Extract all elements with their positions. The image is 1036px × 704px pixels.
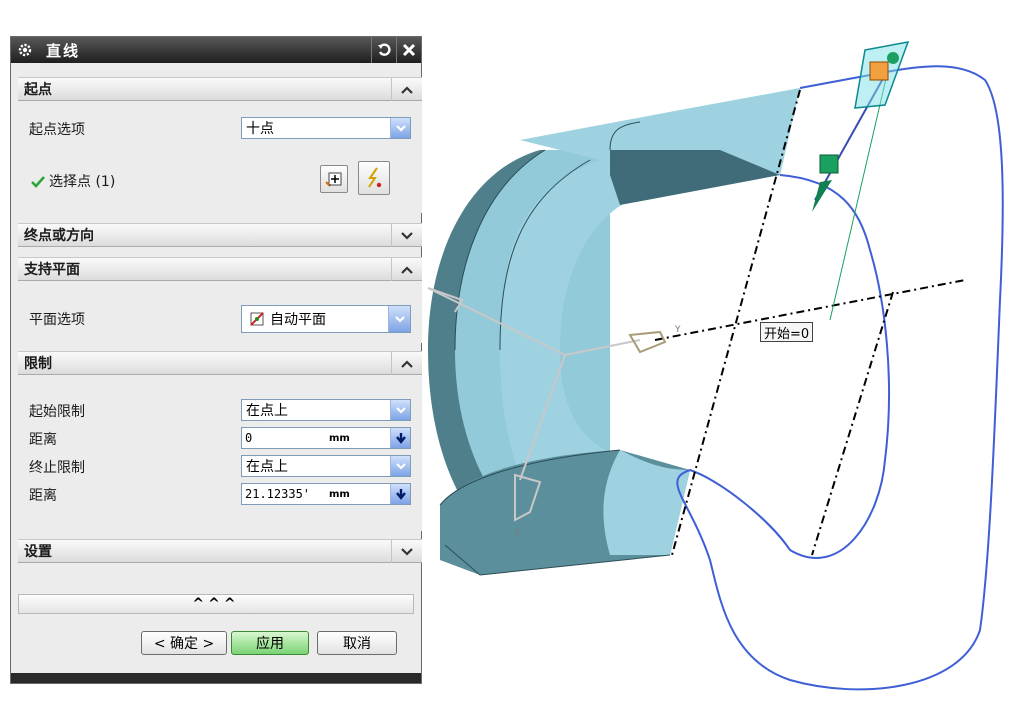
- section-settings-title: 设置: [24, 544, 52, 560]
- select-point-label[interactable]: 选择点 (1): [49, 171, 115, 191]
- chevron-down-icon[interactable]: [390, 456, 410, 476]
- lightning-icon: [368, 167, 382, 188]
- point-handle[interactable]: [854, 41, 910, 109]
- chevron-down-icon[interactable]: [391, 224, 422, 247]
- distance1-field[interactable]: 0 mm: [241, 427, 411, 449]
- chevron-down-icon[interactable]: [388, 306, 410, 332]
- chevron-down-icon[interactable]: [390, 400, 410, 420]
- start-limit-label: 起始限制: [29, 404, 85, 420]
- point-dialog-button[interactable]: [320, 165, 348, 193]
- distance1-label: 距离: [29, 432, 57, 448]
- section-start-title: 起点: [24, 82, 52, 98]
- chevron-up-icon[interactable]: [391, 352, 422, 375]
- section-support-body: 平面选项 自动平面: [18, 281, 422, 343]
- plane-option-value: 自动平面: [270, 312, 326, 328]
- section-settings-header[interactable]: 设置: [18, 539, 422, 563]
- section-start-body: 起点选项 十点 选择点 (1): [18, 101, 422, 213]
- dialog-title: 直线: [46, 41, 81, 60]
- chevron-down-icon[interactable]: [391, 540, 422, 563]
- start-limit-value: 在点上: [246, 403, 288, 419]
- start-limit-select[interactable]: 在点上: [241, 399, 411, 421]
- end-limit-select[interactable]: 在点上: [241, 455, 411, 477]
- section-support-title: 支持平面: [24, 262, 80, 278]
- check-icon: [31, 173, 45, 192]
- close-icon[interactable]: [396, 37, 421, 63]
- apply-button[interactable]: 应用: [231, 631, 309, 655]
- distance2-value[interactable]: 21.12335': [242, 487, 329, 501]
- gear-icon[interactable]: [14, 39, 36, 61]
- expand-more-button[interactable]: ^^^: [18, 594, 414, 614]
- plane-icon: [248, 310, 266, 328]
- section-start-header[interactable]: 起点: [18, 77, 422, 101]
- dialog-titlebar[interactable]: 直线: [11, 37, 421, 63]
- distance2-label: 距离: [29, 488, 57, 504]
- distance2-field[interactable]: 21.12335' mm: [241, 483, 411, 505]
- chevron-up-icon[interactable]: [391, 78, 422, 101]
- inferred-point-button[interactable]: [358, 161, 390, 195]
- plane-option-select[interactable]: 自动平面: [241, 305, 411, 333]
- start-distance-tag[interactable]: 开始=0: [760, 322, 814, 342]
- section-limits-header[interactable]: 限制: [18, 351, 422, 375]
- start-option-label: 起点选项: [29, 122, 85, 138]
- axis-y-label: Y: [674, 325, 681, 335]
- cancel-button[interactable]: 取消: [317, 631, 397, 655]
- start-option-value: 十点: [246, 121, 274, 137]
- section-support-header[interactable]: 支持平面: [18, 257, 422, 281]
- ok-button[interactable]: < 确定 >: [141, 631, 227, 655]
- triple-chevron-up-icon: ^^^: [192, 596, 240, 612]
- section-limits-title: 限制: [24, 356, 52, 372]
- start-option-select[interactable]: 十点: [241, 117, 411, 139]
- section-end-header[interactable]: 终点或方向: [18, 223, 422, 247]
- chevron-up-icon[interactable]: [391, 258, 422, 281]
- section-limits-body: 起始限制 在点上 距离 0 mm 终止限制 在点上 距离 21.12335' m…: [18, 375, 422, 531]
- arrow-down-icon[interactable]: [390, 428, 410, 448]
- distance2-unit: mm: [329, 488, 350, 500]
- dialog-bottom-bar: [11, 673, 421, 683]
- reset-icon[interactable]: [371, 37, 396, 63]
- end-limit-value: 在点上: [246, 459, 288, 475]
- axis-x-label: X: [514, 528, 520, 538]
- plane-option-label: 平面选项: [29, 312, 85, 328]
- line-dialog: 直线 起点 起点选项 十点 选择点 (1) 终点或方向 支持平面 平面选项 自动…: [10, 36, 422, 684]
- section-end-title: 终点或方向: [24, 228, 94, 244]
- end-limit-label: 终止限制: [29, 460, 85, 476]
- graphics-viewport[interactable]: Y X: [422, 0, 1036, 704]
- distance1-value[interactable]: 0: [242, 431, 329, 445]
- distance1-unit: mm: [329, 432, 350, 444]
- chevron-down-icon[interactable]: [390, 118, 410, 138]
- point-plus-icon: [325, 172, 342, 187]
- arrow-down-icon[interactable]: [390, 484, 410, 504]
